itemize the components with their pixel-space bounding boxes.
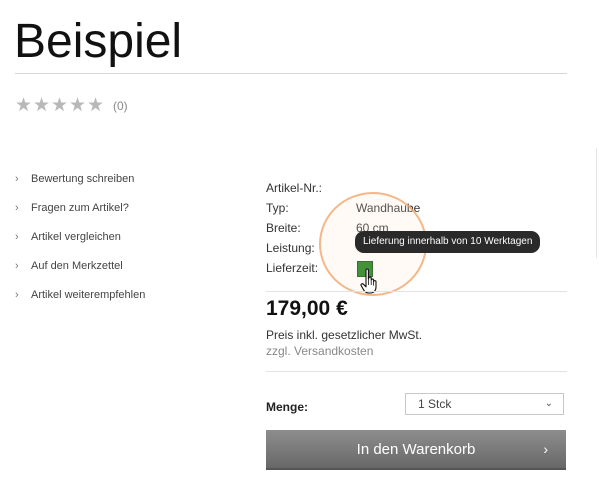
delivery-tooltip: Lieferung innerhalb von 10 Werktagen (355, 231, 541, 253)
add-to-cart-button[interactable]: In den Warenkorb › (266, 430, 566, 470)
compare-label: Artikel vergleichen (31, 230, 121, 243)
type-value: Wandhaube (356, 201, 421, 215)
recommend-label: Artikel weiterempfehlen (31, 288, 146, 301)
star-icon: ★ (69, 95, 87, 116)
chevron-right-icon: › (15, 201, 19, 214)
star-icon: ★ (15, 95, 33, 116)
rating-stars: ★ ★ ★ ★ ★ (15, 95, 105, 116)
width-label: Breite: (266, 221, 301, 235)
product-title: Beispiel (14, 15, 183, 68)
write-review-label: Bewertung schreiben (31, 172, 135, 185)
compare-link[interactable]: › Artikel vergleichen (15, 222, 145, 251)
type-label: Typ: (266, 201, 289, 215)
ask-question-label: Fragen zum Artikel? (31, 201, 129, 214)
add-to-cart-label: In den Warenkorb (356, 440, 476, 458)
divider (266, 291, 567, 292)
chevron-down-icon: ⌄ (544, 398, 553, 409)
delivery-label: Lieferzeit: (266, 261, 319, 275)
wishlist-link[interactable]: › Auf den Merkzettel (15, 251, 145, 280)
recommend-link[interactable]: › Artikel weiterempfehlen (15, 280, 145, 309)
divider (266, 371, 567, 372)
product-actions-list: › Bewertung schreiben › Fragen zum Artik… (15, 164, 145, 309)
chevron-right-icon: › (15, 259, 19, 272)
product-price: 179,00 € (266, 297, 348, 320)
rating-count: (0) (113, 99, 128, 113)
shipping-costs-link[interactable]: zzgl. Versandkosten (266, 344, 373, 358)
tax-note: Preis inkl. gesetzlicher MwSt. (266, 328, 423, 342)
power-label: Leistung: (266, 241, 315, 255)
chevron-right-icon: › (15, 230, 19, 243)
article-no-label: Artikel-Nr.: (266, 181, 323, 195)
star-icon: ★ (87, 95, 105, 116)
title-divider (15, 73, 567, 74)
chevron-right-icon: › (15, 288, 19, 301)
star-icon: ★ (33, 95, 51, 116)
quantity-select[interactable]: 1 Stck ⌄ (405, 393, 564, 415)
product-rating: ★ ★ ★ ★ ★ (0) (15, 95, 128, 116)
star-icon: ★ (51, 95, 69, 116)
chevron-right-icon: › (15, 172, 19, 185)
write-review-link[interactable]: › Bewertung schreiben (15, 164, 145, 193)
quantity-selected-value: 1 Stck (418, 397, 452, 411)
chevron-right-icon: › (543, 441, 548, 457)
ask-question-link[interactable]: › Fragen zum Artikel? (15, 193, 145, 222)
quantity-label: Menge: (266, 400, 308, 414)
wishlist-label: Auf den Merkzettel (31, 259, 123, 272)
page-edge-divider (596, 148, 597, 258)
